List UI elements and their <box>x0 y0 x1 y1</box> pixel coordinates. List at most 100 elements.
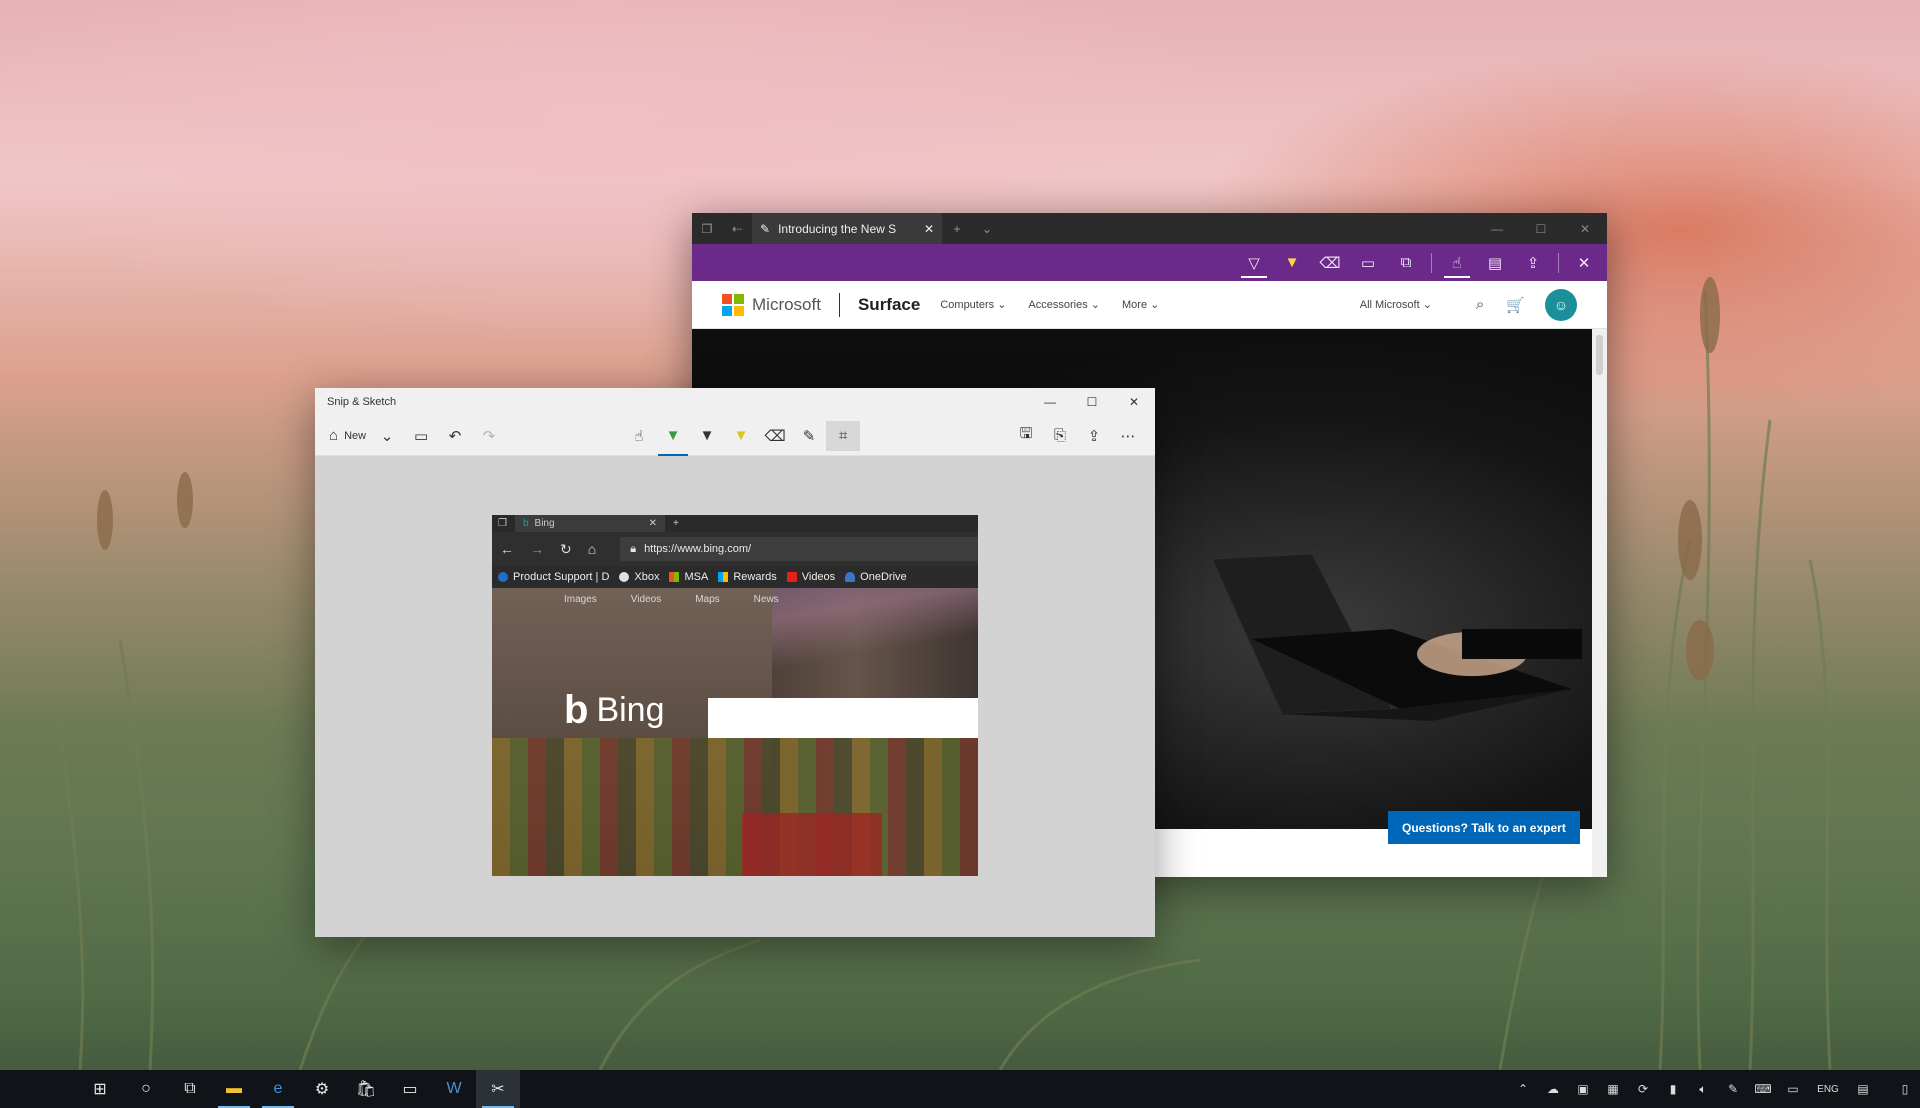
eraser-icon[interactable]: ⌫ <box>758 421 792 451</box>
network-icon[interactable]: ▦ <box>1598 1070 1628 1108</box>
edge-active-tab[interactable]: ✎ Introducing the New S ✕ <box>752 213 942 244</box>
fav-rewards: Rewards <box>718 571 777 583</box>
eraser-icon[interactable]: ⌫ <box>1313 248 1347 278</box>
tab-preview-icon[interactable]: ❐ <box>692 222 722 236</box>
task-view-icon[interactable]: ⧉ <box>168 1070 212 1108</box>
fav-onedrive: OneDrive <box>845 571 907 583</box>
action-center-icon[interactable]: ▤ <box>1848 1070 1878 1108</box>
capture-tab: b Bing ✕ <box>514 515 665 532</box>
volume-icon[interactable]: 🔈︎ <box>1688 1070 1718 1108</box>
snip-sketch-taskbar-icon[interactable]: ✂ <box>476 1070 520 1108</box>
market-stalls-image <box>492 738 978 876</box>
cart-icon[interactable]: 🛒 <box>1506 296 1525 314</box>
tab-list-icon[interactable]: ⌄ <box>972 222 1002 236</box>
nav-all-microsoft[interactable]: All Microsoft ⌄ <box>1360 298 1432 311</box>
microsoft-site-header: Microsoft Surface Computers ⌄ Accessorie… <box>692 281 1607 329</box>
snip-toolbar: ⌂ New ⌄ ▭ ↶ ↷ ☝ ▼ ▼ ▼ ⌫ ✎ ⌗ 🖫 ⎘ ⇪ ⋯ <box>315 416 1155 456</box>
close-window-icon[interactable]: ✕ <box>1113 395 1155 409</box>
bing-favicon-icon: b <box>522 518 529 529</box>
scrollbar-thumb[interactable] <box>1596 335 1603 375</box>
lock-icon: 🔒︎ <box>630 542 637 555</box>
keyboard-icon[interactable]: ⌨ <box>1748 1070 1778 1108</box>
minimize-icon[interactable]: — <box>1475 222 1519 236</box>
close-window-icon[interactable]: ✕ <box>1563 222 1607 236</box>
captured-screenshot[interactable]: ❐ b Bing ✕ + ← → ↻ ⌂ 🔒︎ https://www.bing… <box>492 515 978 876</box>
bing-homepage-background: Images Videos Maps News b Bing <box>492 588 978 876</box>
add-note-icon[interactable]: ▭ <box>1351 248 1385 278</box>
input-language[interactable]: ENG <box>1808 1070 1848 1108</box>
snip-options-chevron-icon[interactable]: ⌄ <box>370 421 404 451</box>
store-bag-icon[interactable]: 🛍︎ <box>344 1070 388 1108</box>
show-hidden-icons-icon[interactable]: ⌃ <box>1508 1070 1538 1108</box>
fav-product-support: Product Support | D <box>498 571 609 583</box>
maximize-icon[interactable]: ☐ <box>1519 222 1563 236</box>
onedrive-icon <box>845 572 856 582</box>
crop-icon[interactable]: ⌗ <box>826 420 861 451</box>
start-windows-icon[interactable]: ⊞ <box>76 1070 124 1108</box>
file-explorer-icon[interactable]: ▬ <box>212 1070 256 1108</box>
word-icon[interactable]: W <box>432 1070 476 1108</box>
minimize-icon[interactable]: — <box>1029 395 1071 409</box>
open-file-icon[interactable]: ▭ <box>404 421 438 451</box>
ballpoint-pen-icon[interactable]: ▼ <box>656 421 690 456</box>
settings-gear-icon[interactable]: ⚙ <box>300 1070 344 1108</box>
bing-b-icon: b <box>564 688 589 732</box>
more-options-icon[interactable]: ⋯ <box>1111 421 1145 451</box>
battery-icon[interactable]: ▮ <box>1658 1070 1688 1108</box>
talk-to-expert-button[interactable]: Questions? Talk to an expert <box>1388 811 1580 844</box>
undo-icon[interactable]: ↶ <box>438 421 472 451</box>
nav-more[interactable]: More ⌄ <box>1122 298 1159 311</box>
cortana-search-icon[interactable]: ○ <box>124 1070 168 1108</box>
edge-browser-icon[interactable]: e <box>256 1070 300 1108</box>
maximize-icon[interactable]: ☐ <box>1071 395 1113 409</box>
xbox-icon <box>619 572 630 582</box>
ruler-icon[interactable]: ✎ <box>792 421 826 451</box>
edge-scrollbar[interactable] <box>1592 329 1607 877</box>
share-icon[interactable]: ⇪ <box>1077 421 1111 451</box>
save-note-icon[interactable]: ▤ <box>1478 248 1512 278</box>
touch-writing-icon[interactable]: ☝ <box>622 421 656 451</box>
set-aside-tabs-icon[interactable]: ⇠ <box>722 222 752 236</box>
surface-link[interactable]: Surface <box>858 295 920 315</box>
display-icon[interactable]: ▭ <box>1778 1070 1808 1108</box>
snip-sketch-window[interactable]: Snip & Sketch — ☐ ✕ ⌂ New ⌄ ▭ ↶ ↷ ☝ ▼ ▼ … <box>315 388 1155 937</box>
terminal-icon[interactable]: ▭ <box>388 1070 432 1108</box>
redo-icon[interactable]: ↷ <box>472 421 506 451</box>
snip-window-title: Snip & Sketch <box>327 396 397 408</box>
search-icon[interactable]: ⌕ <box>1476 296 1484 313</box>
pen-workspace-icon[interactable]: ✎ <box>1718 1070 1748 1108</box>
windows-logo-icon <box>718 572 729 582</box>
exit-notes-icon[interactable]: ✕ <box>1567 248 1601 278</box>
close-tab-icon[interactable]: ✕ <box>924 222 934 236</box>
bing-logo: b Bing <box>564 688 665 733</box>
new-snip-button[interactable]: ⌂ New <box>325 421 370 451</box>
show-desktop-icon[interactable]: ▯ <box>1890 1070 1920 1108</box>
touch-writing-icon[interactable]: ☝ <box>1440 248 1474 278</box>
capture-address-bar: 🔒︎ https://www.bing.com/ <box>620 537 978 561</box>
pencil-icon[interactable]: ▼ <box>690 421 724 451</box>
highlighter-icon[interactable]: ▼ <box>1275 248 1309 278</box>
share-note-icon[interactable]: ⇪ <box>1516 248 1550 278</box>
avatar[interactable]: ☺ <box>1545 288 1577 321</box>
product-support-icon <box>498 572 508 582</box>
pen-icon[interactable]: ▽ <box>1237 248 1271 278</box>
copy-icon[interactable]: ⎘ <box>1043 421 1077 451</box>
bing-menu-maps: Maps <box>695 594 720 605</box>
web-note-toolbar: ▽ ▼ ⌫ ▭ ⧉ ☝ ▤ ⇪ ✕ <box>692 244 1607 281</box>
capture-address-row: ← → ↻ ⌂ 🔒︎ https://www.bing.com/ <box>492 532 978 566</box>
nav-computers[interactable]: Computers ⌄ <box>940 298 1006 311</box>
home-icon: ⌂ <box>587 541 597 557</box>
youtube-icon <box>786 572 797 582</box>
nav-accessories[interactable]: Accessories ⌄ <box>1028 298 1100 311</box>
bing-wordmark: Bing <box>596 691 665 729</box>
defender-icon[interactable]: ▣ <box>1568 1070 1598 1108</box>
sync-icon[interactable]: ⟳ <box>1628 1070 1658 1108</box>
save-icon[interactable]: 🖫 <box>1009 421 1043 451</box>
microsoft-wordmark[interactable]: Microsoft <box>752 295 821 315</box>
fav-xbox: Xbox <box>619 571 659 583</box>
onedrive-tray-icon[interactable]: ☁ <box>1538 1070 1568 1108</box>
clip-icon[interactable]: ⧉ <box>1389 248 1423 278</box>
new-tab-icon[interactable]: + <box>942 222 972 236</box>
microsoft-logo[interactable] <box>722 293 744 316</box>
highlighter-icon[interactable]: ▼ <box>724 421 758 451</box>
